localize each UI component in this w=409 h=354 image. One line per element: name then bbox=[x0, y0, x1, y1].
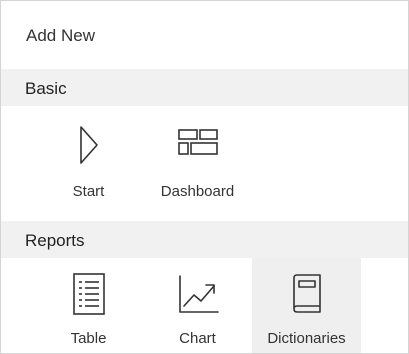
panel-title: Add New bbox=[26, 26, 95, 45]
dashboard-layout-icon bbox=[174, 121, 222, 169]
tile-start-label: Start bbox=[72, 183, 105, 200]
section-header-basic: Basic bbox=[1, 69, 408, 106]
table-document-icon bbox=[65, 270, 113, 318]
tile-dashboard[interactable]: Dashboard bbox=[143, 106, 252, 221]
section-header-reports: Reports bbox=[1, 221, 408, 258]
add-new-panel: Add New Basic Start Dashboard Reports Ta… bbox=[0, 0, 409, 354]
tile-dictionaries[interactable]: Dictionaries bbox=[252, 258, 361, 353]
tile-chart-label: Chart bbox=[179, 330, 216, 347]
tile-table-label: Table bbox=[70, 330, 107, 347]
tile-table[interactable]: Table bbox=[34, 258, 143, 353]
tile-dashboard-label: Dashboard bbox=[160, 183, 235, 200]
line-chart-icon bbox=[174, 270, 222, 318]
tile-start[interactable]: Start bbox=[34, 106, 143, 221]
tile-chart[interactable]: Chart bbox=[143, 258, 252, 353]
tiles-reports: Table Chart Dictionaries bbox=[1, 258, 408, 353]
tile-dictionaries-label: Dictionaries bbox=[267, 330, 346, 347]
book-icon bbox=[283, 270, 331, 318]
tiles-basic: Start Dashboard bbox=[1, 106, 408, 221]
play-triangle-icon bbox=[65, 121, 113, 169]
